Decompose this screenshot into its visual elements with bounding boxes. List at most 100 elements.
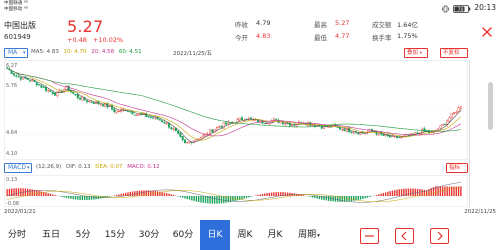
chart-toolbar: MA ▾ MA5: 4.83 10: 4.70 20: 4.58 60: 4.5… <box>0 48 500 60</box>
change-value: +0.48 <box>67 36 87 44</box>
tab-6[interactable]: 日K <box>200 220 230 250</box>
candle-body <box>79 97 82 100</box>
candle-body <box>51 92 54 95</box>
candle-body <box>227 121 230 124</box>
turnover-value: 1.75% <box>397 32 418 40</box>
tab-8[interactable]: 月K <box>260 220 290 250</box>
overlay-label: 叠加 <box>407 50 419 56</box>
macd-label-macd_bottom: -0.08 <box>6 201 19 207</box>
ma10-value: 10: 4.70 <box>63 49 87 55</box>
tab-2[interactable]: 5分 <box>68 220 98 250</box>
candle-body <box>448 117 451 122</box>
candle-body <box>284 123 287 125</box>
candle-body <box>179 132 182 137</box>
candlestick-chart[interactable]: 6.27 5.76 4.64 4.10 <box>4 60 468 160</box>
candle-body <box>311 124 314 126</box>
close-button[interactable] <box>480 24 494 38</box>
zoom-out-button[interactable] <box>360 228 379 244</box>
candle-body <box>126 110 129 112</box>
adjust-button[interactable]: 不复权 <box>440 48 468 58</box>
yesterday-value: 4.79 <box>256 19 271 27</box>
candle-body <box>215 127 218 131</box>
candle-body <box>263 123 266 125</box>
candle-body <box>238 118 241 121</box>
indicator-switch-label: 指标 <box>449 165 461 171</box>
macd-indicator-select[interactable]: MACD ▾ <box>4 163 32 173</box>
scroll-right-button[interactable] <box>430 228 449 244</box>
candle-body <box>416 132 419 134</box>
chevron-left-icon <box>401 231 407 241</box>
candle-body <box>152 117 155 119</box>
macd-chart[interactable]: 0.13 -0.08 <box>4 175 468 207</box>
tab-4[interactable]: 30分 <box>132 220 166 250</box>
candle-body <box>411 133 414 135</box>
y-axis-labels: 6.27 5.76 4.64 4.10 <box>6 63 17 157</box>
tab-1[interactable]: 五日 <box>34 220 68 250</box>
tab-0[interactable]: 分时 <box>0 220 34 250</box>
stock-code: 601949 <box>4 33 31 41</box>
chevron-down-icon: ▾ <box>26 165 30 171</box>
quote-header: 中国出版 601949 5.27 +0.48 +10.02% 昨收 4.79 今… <box>0 14 500 48</box>
candle-body <box>74 94 77 96</box>
candle-body <box>275 118 278 120</box>
ma-lines-group <box>7 67 462 143</box>
ma-indicator-select[interactable]: MA ▾ <box>4 48 28 58</box>
chart-grid <box>4 60 468 160</box>
candle-body <box>250 117 253 120</box>
candle-body <box>396 136 399 139</box>
stock-name: 中国出版 <box>4 21 36 30</box>
candle-body <box>211 129 214 133</box>
candle-body <box>161 120 164 123</box>
candle-body <box>352 132 355 134</box>
ma20-value: 20: 4.58 <box>91 49 115 55</box>
price-change: +0.48 +10.02% <box>67 36 123 44</box>
tab-3[interactable]: 15分 <box>98 220 132 250</box>
scroll-left-button[interactable] <box>395 228 414 244</box>
candle-body <box>181 136 184 141</box>
candle-body <box>92 102 95 104</box>
tab-label: 分时 <box>7 230 26 240</box>
high-value: 5.27 <box>335 19 350 27</box>
candle-body <box>225 122 228 125</box>
period-tabs: 分时 五日 5分 15分 30分 60分 日K 周K 月K 周期▾ <box>0 220 500 250</box>
candle-body <box>320 126 323 129</box>
candle-body <box>439 125 442 129</box>
candles-group <box>6 66 462 145</box>
candle-body <box>453 112 456 115</box>
status-time: 20:13 <box>474 2 496 12</box>
chevron-down-icon: ▾ <box>419 51 423 56</box>
candle-body <box>455 111 458 114</box>
candle-body <box>384 134 387 136</box>
macd-toolbar: MACD ▾ (12,26,9) DIF: 0.13 DEA: 0.07 MAC… <box>0 163 500 175</box>
amount-label: 成交额 <box>372 21 392 29</box>
overlay-button[interactable]: 叠加 ▾ <box>404 48 428 58</box>
candle-body <box>42 86 45 88</box>
scroll-handle[interactable] <box>488 82 493 130</box>
amount-value: 1.64亿 <box>397 21 418 29</box>
chart-right-separator <box>469 60 470 208</box>
ma60-line <box>7 67 461 132</box>
y-label-y_bottom: 4.10 <box>6 151 17 157</box>
candle-body <box>229 122 232 124</box>
ma60-value: 60: 4.51 <box>118 49 142 55</box>
tab-5[interactable]: 60分 <box>166 220 200 250</box>
candle-body <box>35 82 38 86</box>
candle-body <box>357 132 360 135</box>
macd-value: MACD: 0.12 <box>127 164 160 170</box>
tab-label: 日K <box>207 230 223 240</box>
candle-body <box>459 106 462 109</box>
candle-body <box>323 125 326 129</box>
candle-body <box>40 85 43 88</box>
low-value: 4.77 <box>335 32 350 40</box>
candle-body <box>101 104 104 107</box>
indicator-switch-button[interactable]: 指标 <box>446 163 468 173</box>
tab-7[interactable]: 周K <box>230 220 260 250</box>
candle-body <box>72 91 75 94</box>
high-label: 最高 <box>314 21 327 29</box>
tab-9[interactable]: 周期▾ <box>290 220 328 250</box>
candle-body <box>437 128 440 131</box>
candle-body <box>382 134 385 136</box>
macd-frame <box>4 175 468 207</box>
candle-body <box>272 118 275 121</box>
candle-body <box>88 100 91 102</box>
